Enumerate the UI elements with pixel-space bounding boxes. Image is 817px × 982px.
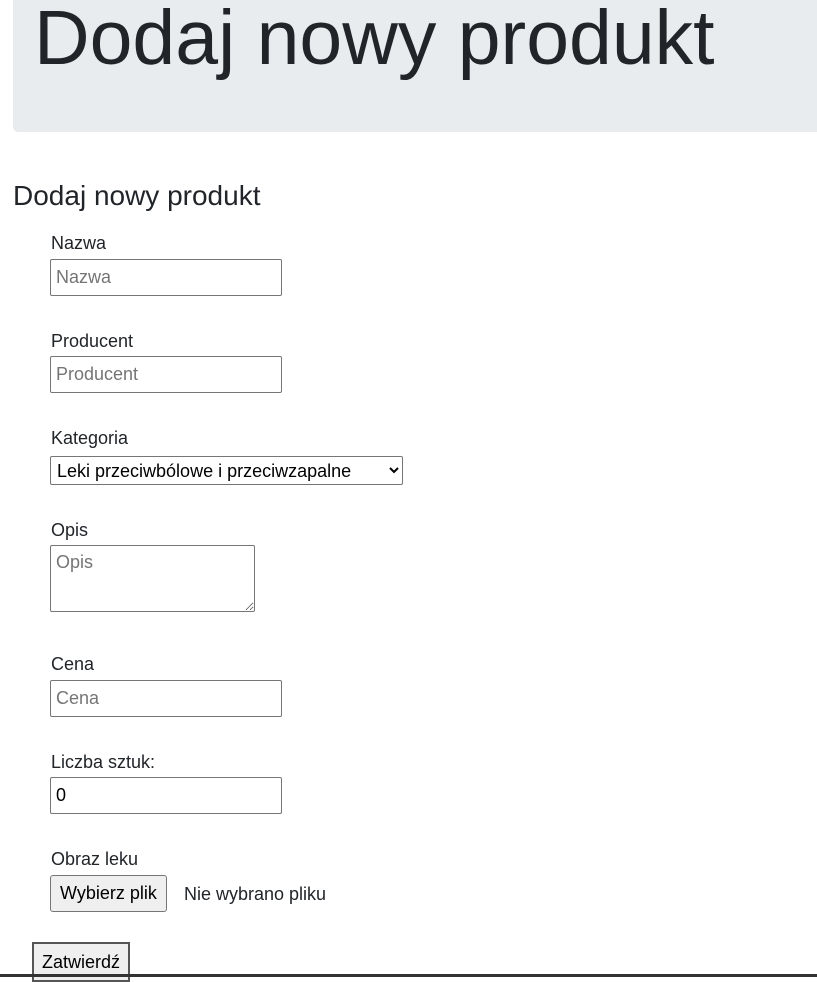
image-label: Obraz leku [51,849,139,869]
choose-file-button[interactable]: Wybierz plik [50,875,167,912]
category-label: Kategoria [51,428,129,448]
producer-input[interactable] [50,356,282,393]
description-label: Opis [51,520,89,540]
category-select[interactable]: Leki przeciwbólowe i przeciwzapalne [50,456,403,485]
description-textarea[interactable] [50,545,255,612]
name-input[interactable] [50,259,282,296]
page-title: Dodaj nowy produkt [34,0,715,81]
name-label: Nazwa [51,233,107,253]
file-status: Nie wybrano pliku [184,884,327,904]
producer-label: Producent [51,331,134,351]
price-label: Cena [51,654,95,674]
jumbotron-header: Dodaj nowy produkt [13,0,817,132]
quantity-label: Liczba sztuk: [51,752,156,772]
quantity-input[interactable] [50,777,282,814]
price-input[interactable] [50,680,282,717]
form-heading: Dodaj nowy produkt [13,180,261,211]
